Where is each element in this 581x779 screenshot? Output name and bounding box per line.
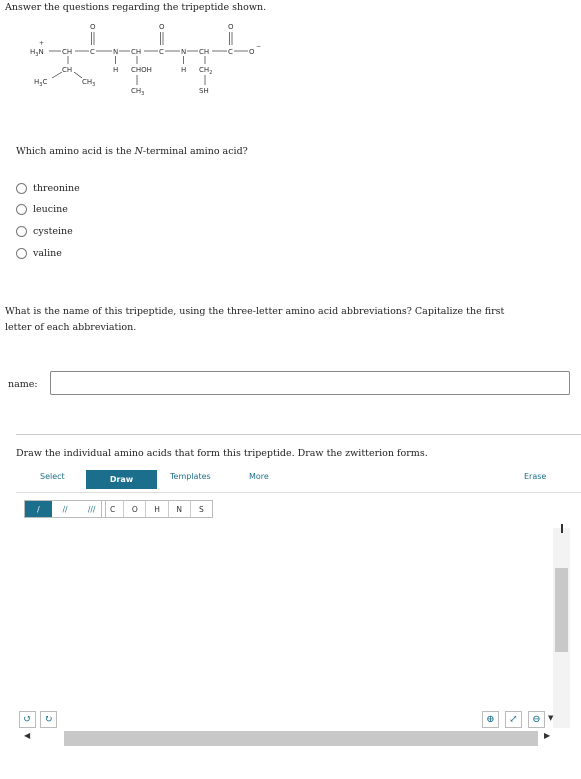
atom-h-button[interactable]: H [146,501,169,517]
carbonyl-c-1: C [90,48,95,56]
double-bond-icon[interactable]: // [52,501,79,517]
intro-text: Answer the questions regarding the tripe… [5,2,267,13]
sketcher-panel: Draw the individual amino acids that for… [16,434,581,768]
sketcher-toolbar: Select Draw Templates More Erase [16,469,581,493]
choh-label: CHOH [131,66,152,74]
option-threonine[interactable]: threonine [16,183,80,194]
nh3-label: H3N [30,48,44,58]
zoom-fit-icon[interactable]: ⤢ [505,711,522,728]
vscroll-top-marker [561,524,563,533]
atom-s-button[interactable]: S [191,501,212,517]
tab-erase[interactable]: Erase [524,472,546,481]
h3c-label: H3C [34,78,47,88]
zoom-in-icon[interactable]: ⊕ [482,711,499,728]
horizontal-scrollbar[interactable] [64,731,538,746]
o-minus-label: O [249,48,255,56]
carbonyl-c-3: C [228,48,233,56]
radio-leucine[interactable] [16,204,27,215]
q2-prompt: What is the name of this tripeptide, usi… [5,306,505,333]
plus-sign: + [39,40,44,47]
tab-select[interactable]: Select [40,472,65,481]
carbonyl-c-2: C [159,48,164,56]
tripeptide-structure: H3N + CH C N CH C N CH C O − O O O H H C… [30,23,261,97]
tab-draw[interactable]: Draw [86,470,157,489]
tab-templates[interactable]: Templates [170,472,211,481]
zoom-out-icon[interactable]: ⊖ [528,711,545,728]
ch2-label: CH2 [199,66,212,76]
radio-threonine[interactable] [16,183,27,194]
drawing-canvas[interactable] [16,528,553,740]
scroll-left-icon[interactable]: ◀ [24,731,30,740]
amide-n-1: N [113,48,118,56]
vertical-scrollbar[interactable] [553,528,570,728]
atom-c-button[interactable]: C [102,501,125,517]
scroll-right-icon[interactable]: ▶ [544,731,550,740]
q1-prompt: Which amino acid is the N-terminal amino… [16,146,248,157]
atom-o-button[interactable]: O [124,501,147,517]
option-leucine[interactable]: leucine [16,204,68,215]
bond-buttons: / // /// [24,500,106,518]
q3-prompt: Draw the individual amino acids that for… [16,448,428,459]
ch3-label-1: CH3 [82,78,95,88]
zoom-dropdown-icon[interactable]: ▼ [548,714,553,722]
radio-cysteine[interactable] [16,226,27,237]
atom-n-button[interactable]: N [169,501,191,517]
ch-alpha-2: CH [131,48,141,56]
undo-icon[interactable]: ↺ [19,711,36,728]
atom-buttons: C O H N S [101,500,213,518]
sh-label: SH [199,87,209,95]
ch-alpha-3: CH [199,48,209,56]
minus-sign: − [256,43,261,50]
option-valine[interactable]: valine [16,248,62,259]
vertical-scroll-thumb[interactable] [555,568,568,652]
name-input[interactable] [50,371,570,395]
carbonyl-o-2: O [159,23,165,31]
single-bond-icon[interactable]: / [25,501,52,517]
redo-icon[interactable]: ↻ [40,711,57,728]
ch3-label-2: CH3 [131,87,144,97]
carbonyl-o-3: O [228,23,234,31]
amide-h-1: H [113,66,118,74]
amide-h-2: H [181,66,186,74]
option-cysteine[interactable]: cysteine [16,226,73,237]
amide-n-2: N [181,48,186,56]
side-ch-1: CH [62,66,72,74]
ch-alpha-1: CH [62,48,72,56]
radio-valine[interactable] [16,248,27,259]
name-label: name: [8,379,38,390]
tab-more[interactable]: More [249,472,269,481]
carbonyl-o-1: O [90,23,96,31]
